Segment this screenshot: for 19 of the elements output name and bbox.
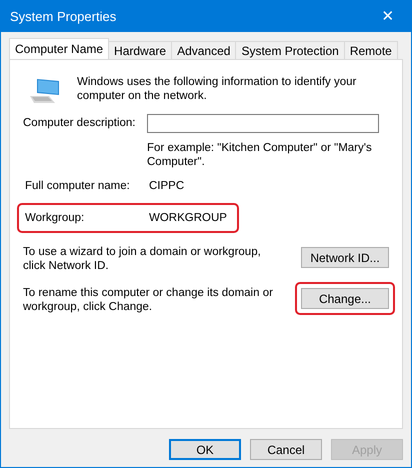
hint-text: For example: "Kitchen Computer" or "Mary's Computer". [147,141,373,169]
action-button[interactable]: Change... [301,288,389,309]
field-value: CIPPC [149,179,184,194]
tab[interactable]: Remote [344,41,398,59]
action-button[interactable]: Network ID... [301,247,389,268]
instruction-text: To use a wizard to join a domain or workgroup, click Network ID. [23,245,262,273]
dialog-button[interactable]: OK [169,439,241,460]
field-label: Full computer name: [25,179,131,194]
field-label: Workgroup: [25,211,86,226]
instruction-text: To rename this computer or change its domain or workgroup, click Change. [23,286,274,314]
field-value: WORKGROUP [149,211,227,226]
field-label: Computer description: [23,116,136,131]
close-button[interactable]: ✕ [365,0,411,32]
description-field[interactable] [147,114,379,133]
intro-text: Windows uses the following information to identify your computer on the network. [77,75,358,103]
tab[interactable]: Computer Name [9,38,110,59]
dialog-button[interactable]: Cancel [250,439,322,460]
tab[interactable]: System Protection [235,41,345,59]
window-title: System Properties [10,8,116,24]
